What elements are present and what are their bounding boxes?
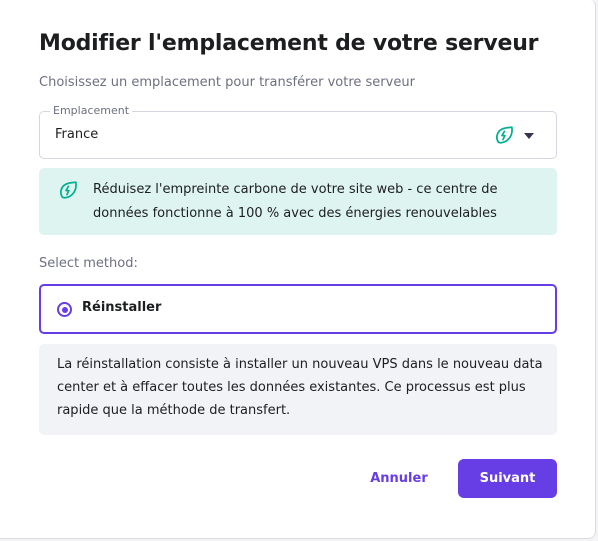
method-option-label: Réinstaller [82,300,162,315]
change-location-modal: Modifier l'emplacement de votre serveur … [0,0,596,539]
location-select[interactable]: Emplacement France [39,104,557,159]
modal-subtitle: Choisissez un emplacement pour transfére… [39,75,415,90]
location-select-label: Emplacement [50,104,133,118]
radio-selected-dot [61,306,68,313]
eco-notice: Réduisez l'empreinte carbone de votre si… [39,168,557,235]
eco-leaf-icon [496,126,513,144]
chevron-down-icon[interactable] [524,133,534,139]
page-background: Modifier l'emplacement de votre serveur … [0,0,598,541]
method-description-box: La réinstallation consiste à installer u… [39,344,557,435]
method-description-text: La réinstallation consiste à installer u… [57,357,543,418]
reinstall-radio[interactable] [57,302,72,317]
location-select-value: France [55,127,99,142]
select-method-label: Select method: [39,256,138,271]
method-option-reinstall[interactable]: Réinstaller [39,284,557,334]
modal-title: Modifier l'emplacement de votre serveur [39,31,539,56]
cancel-button[interactable]: Annuler [360,459,438,498]
eco-notice-text: Réduisez l'empreinte carbone de votre si… [93,182,498,221]
eco-leaf-icon [60,181,77,199]
next-button[interactable]: Suivant [458,459,557,498]
